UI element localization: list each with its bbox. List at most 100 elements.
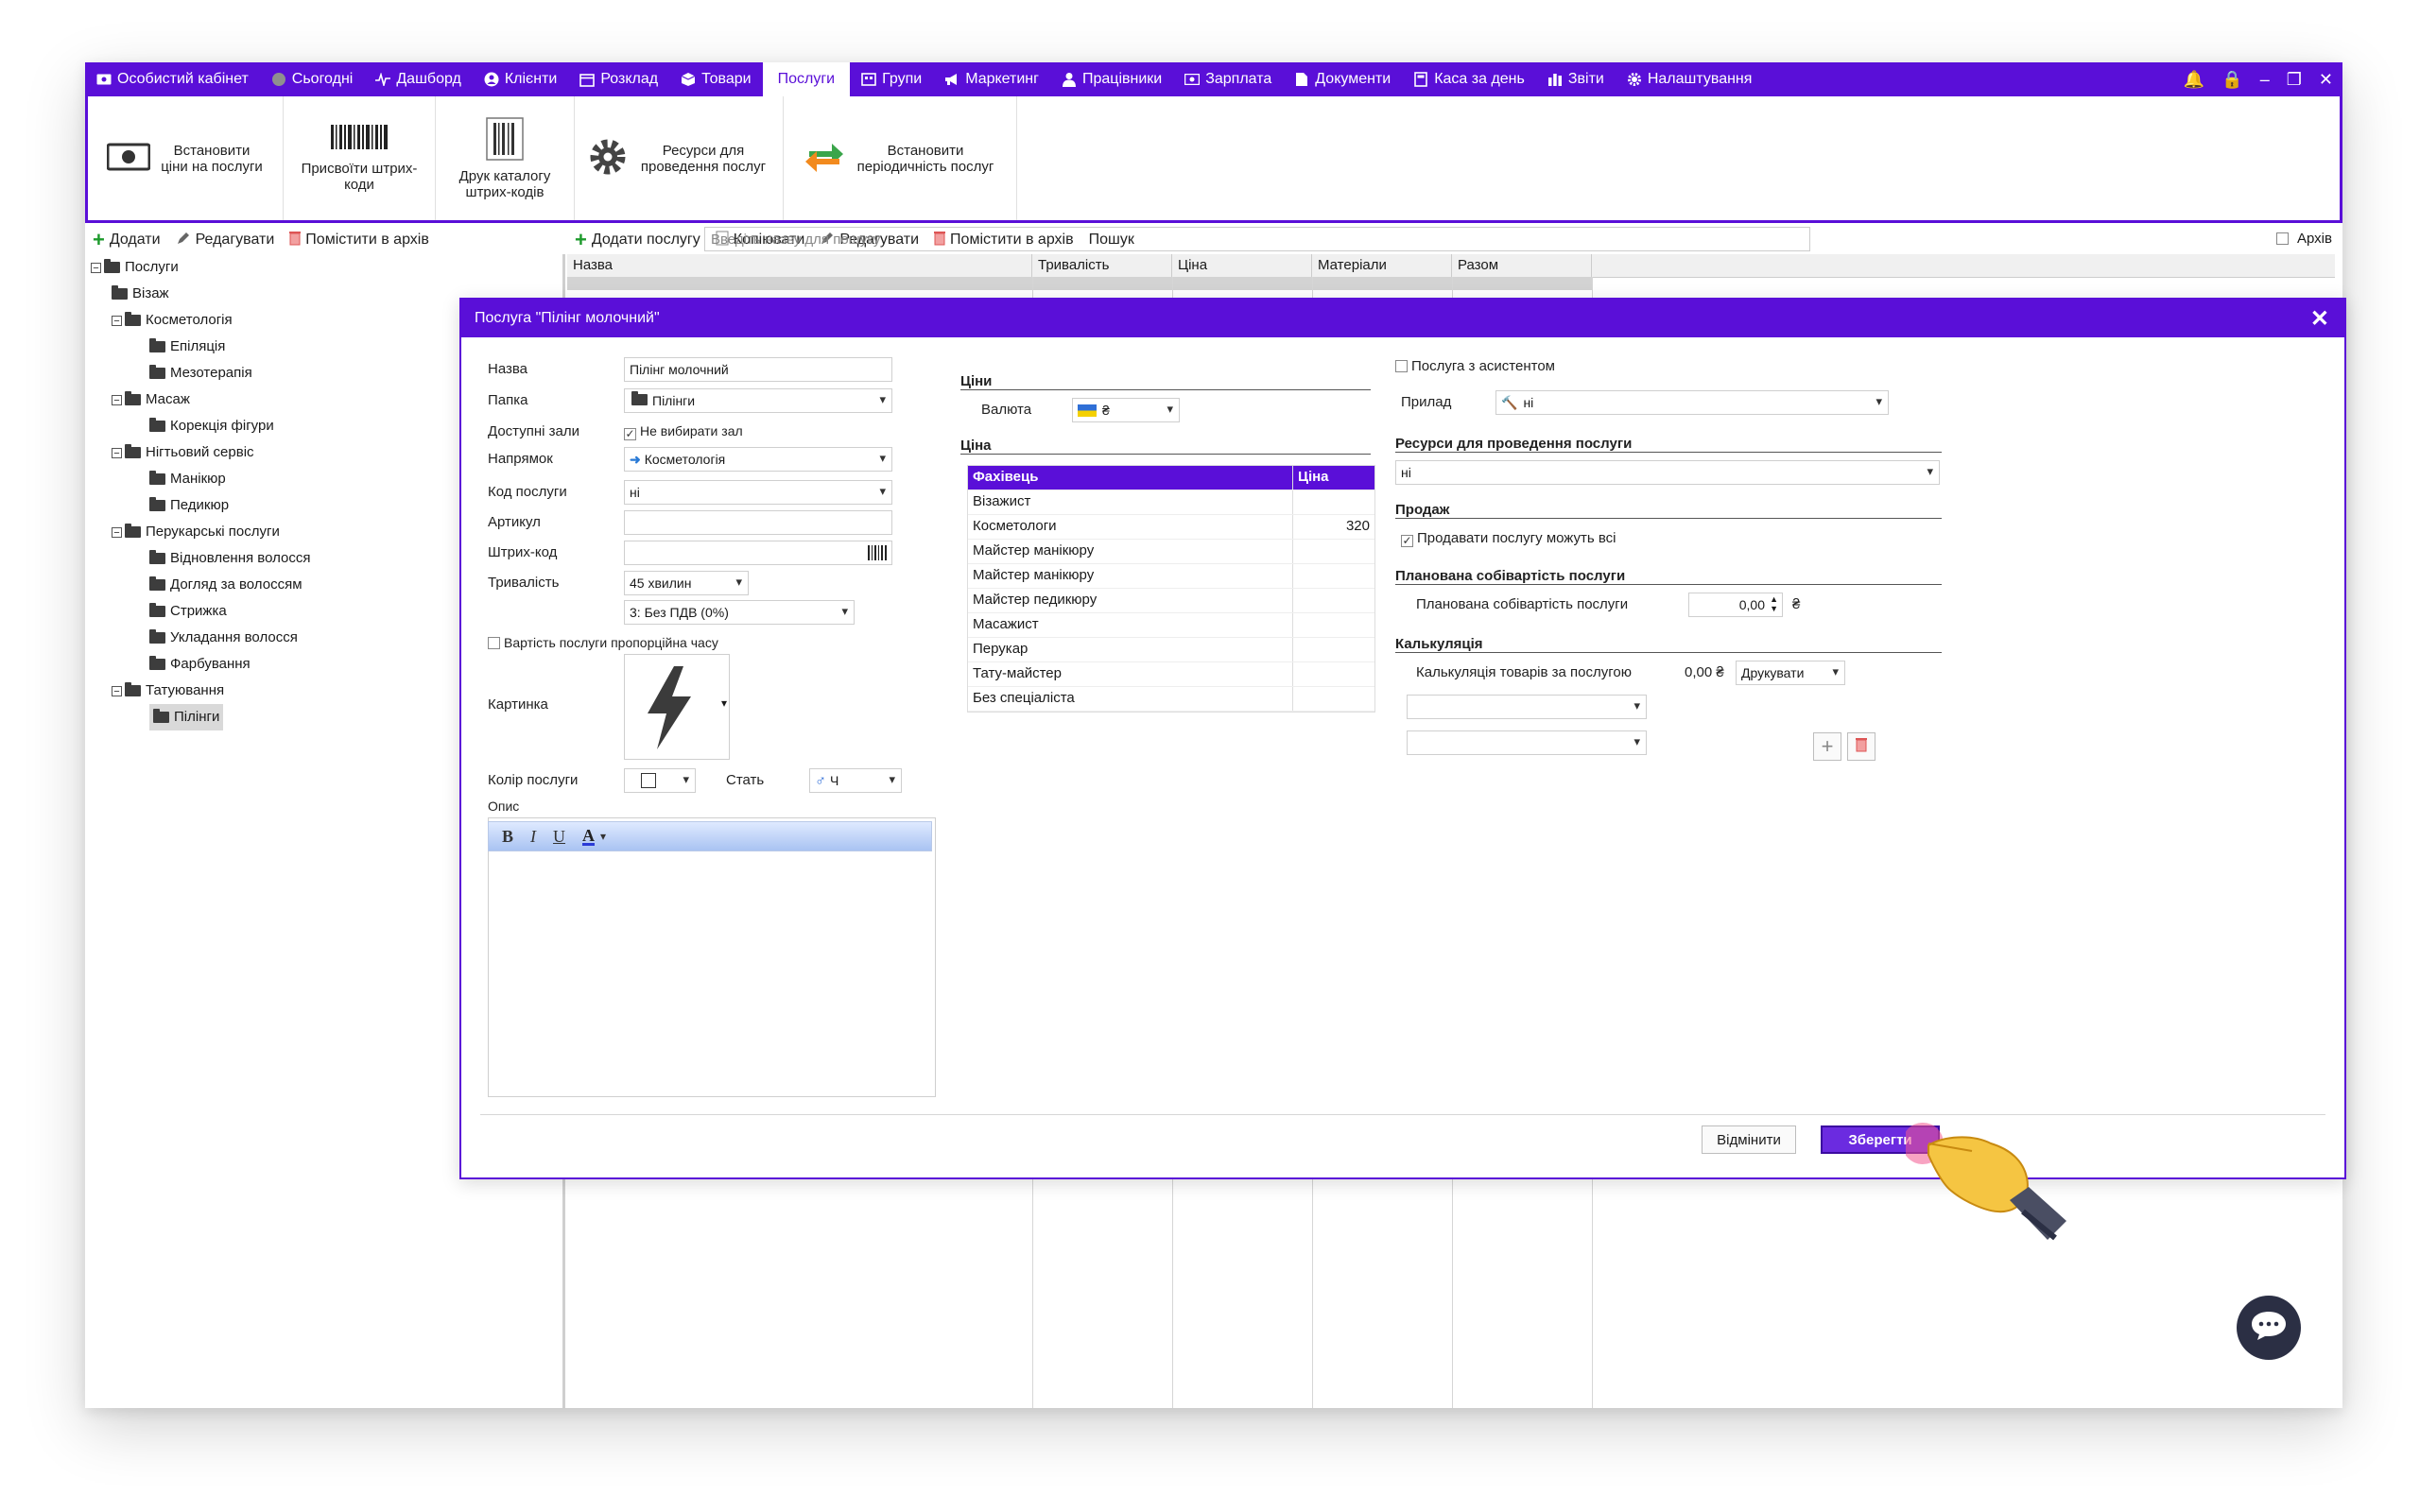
code-select[interactable]: ні: [624, 480, 892, 505]
table-row[interactable]: Майстер манікюру: [968, 564, 1374, 589]
tree-node-peels[interactable]: Пілінги: [91, 704, 311, 730]
folder-select[interactable]: Пілінги: [624, 388, 892, 413]
col-price[interactable]: Ціна: [1172, 254, 1312, 277]
stepper-icon[interactable]: ▲ ▼: [1770, 594, 1778, 613]
menu-marketing[interactable]: Маркетинг: [933, 62, 1050, 96]
underline-icon[interactable]: U: [553, 827, 565, 847]
table-row[interactable]: Візажист: [968, 490, 1374, 515]
collapse-toggle[interactable]: −: [91, 262, 101, 273]
collapse-toggle[interactable]: −: [112, 394, 122, 405]
assign-barcodes-button[interactable]: Присвоїти штрих-коди: [284, 96, 436, 220]
picture-box[interactable]: ▾: [624, 654, 730, 760]
menu-services[interactable]: Послуги: [762, 62, 851, 96]
tree-node-vizazh[interactable]: Візаж: [91, 281, 311, 307]
tree-node-haircut[interactable]: Стрижка: [91, 598, 311, 625]
archive-checkbox[interactable]: [2276, 232, 2289, 245]
sale-all-checkbox[interactable]: ✓: [1401, 535, 1413, 547]
col-name[interactable]: Назва: [567, 254, 1032, 277]
cost-input[interactable]: 0,00 ▲ ▼: [1688, 593, 1783, 617]
assistant-option[interactable]: Послуга з асистентом: [1395, 358, 1555, 374]
resources-button[interactable]: Ресурси для проведення послуг: [575, 96, 784, 220]
proportional-checkbox[interactable]: [488, 637, 500, 649]
tree-node-hair[interactable]: − Перукарські послуги: [91, 519, 311, 545]
article-input[interactable]: [624, 510, 892, 535]
table-row[interactable]: Майстер педикюру: [968, 589, 1374, 613]
resources-select[interactable]: ні: [1395, 460, 1940, 485]
halls-option[interactable]: ✓ Не вибирати зал: [624, 423, 743, 440]
barcode-input[interactable]: [624, 541, 892, 565]
chevron-down-icon[interactable]: ▾: [600, 830, 606, 844]
halls-checkbox[interactable]: ✓: [624, 428, 636, 440]
menu-personal-cabinet[interactable]: Особистий кабінет: [85, 62, 260, 96]
tree-node-hair-restore[interactable]: Відновлення волосся: [91, 545, 311, 572]
vat-select[interactable]: 3: Без ПДВ (0%): [624, 600, 855, 625]
search-input[interactable]: Введіть назву для пошуку: [704, 227, 1810, 251]
menu-today[interactable]: Сьогодні: [260, 62, 365, 96]
archive-filter[interactable]: Архів: [2276, 231, 2332, 247]
print-select[interactable]: Друкувати: [1736, 661, 1845, 685]
tree-node-hair-care[interactable]: Догляд за волоссям: [91, 572, 311, 598]
italic-icon[interactable]: I: [530, 827, 536, 847]
set-prices-button[interactable]: Встановити ціни на послуги: [88, 96, 284, 220]
edit-folder-button[interactable]: Редагувати: [176, 231, 274, 250]
restore-button[interactable]: ❐: [2287, 70, 2302, 90]
table-row[interactable]: Майстер манікюру: [968, 540, 1374, 564]
col-total[interactable]: Разом: [1452, 254, 1592, 277]
tree-node-nail[interactable]: − Нігтьовий сервіс: [91, 439, 311, 466]
tree-node-styling[interactable]: Укладання волосся: [91, 625, 311, 651]
menu-dashboard[interactable]: Дашборд: [364, 62, 473, 96]
col-price[interactable]: Ціна: [1293, 466, 1374, 490]
periodicity-button[interactable]: Встановити періодичність послуг: [784, 96, 1017, 220]
tree-node-pedicure[interactable]: Педикюр: [91, 492, 311, 519]
chat-button[interactable]: [2237, 1296, 2301, 1360]
add-service-button[interactable]: + Додати послугу: [575, 230, 700, 250]
menu-settings[interactable]: Налаштування: [1616, 62, 1764, 96]
sale-all-option[interactable]: ✓ Продавати послугу можуть всі: [1401, 530, 1616, 547]
collapse-toggle[interactable]: −: [112, 526, 122, 538]
device-select[interactable]: 🔨 ні: [1495, 390, 1889, 415]
duration-select[interactable]: 45 хвилин: [624, 571, 749, 595]
tree-node-epilation[interactable]: Епіляція: [91, 334, 311, 360]
tree-node-mesotherapy[interactable]: Мезотерапія: [91, 360, 311, 387]
tree-node-root[interactable]: − Послуги: [91, 254, 311, 281]
cancel-button[interactable]: Відмінити: [1702, 1125, 1796, 1154]
tree-node-body-correction[interactable]: Корекція фігури: [91, 413, 311, 439]
tree-node-manicure[interactable]: Манікюр: [91, 466, 311, 492]
assistant-checkbox[interactable]: [1395, 360, 1408, 372]
tree-node-cosmetology[interactable]: − Косметологія: [91, 307, 311, 334]
col-duration[interactable]: Тривалість: [1032, 254, 1172, 277]
gender-select[interactable]: ♂ Ч: [809, 768, 902, 793]
tree-node-massage[interactable]: − Масаж: [91, 387, 311, 413]
description-editor[interactable]: [488, 817, 936, 1097]
collapse-toggle[interactable]: −: [112, 315, 122, 326]
calc-item-select[interactable]: [1407, 730, 1647, 755]
add-calc-button[interactable]: +: [1813, 732, 1841, 761]
table-row[interactable]: Масажист: [968, 613, 1374, 638]
table-row[interactable]: Тату-майстер: [968, 662, 1374, 687]
table-row[interactable]: Косметологи 320: [968, 515, 1374, 540]
menu-reports[interactable]: Звіти: [1536, 62, 1616, 96]
menu-documents[interactable]: Документи: [1283, 62, 1402, 96]
bold-icon[interactable]: B: [502, 827, 513, 847]
text-color-icon[interactable]: A: [582, 827, 596, 846]
print-catalog-button[interactable]: Друк каталогу штрих-кодів: [436, 96, 575, 220]
save-button[interactable]: Зберегти: [1821, 1125, 1940, 1154]
archive-folder-button[interactable]: Помістити в архів: [289, 231, 429, 250]
col-specialist[interactable]: Фахівець: [968, 466, 1293, 490]
menu-groups[interactable]: Групи: [850, 62, 933, 96]
selected-row[interactable]: [567, 277, 1592, 290]
tree-node-coloring[interactable]: Фарбування: [91, 651, 311, 678]
delete-calc-button[interactable]: [1847, 732, 1876, 761]
table-row[interactable]: Без спеціаліста: [968, 687, 1374, 712]
menu-goods[interactable]: Товари: [669, 62, 762, 96]
menu-salary[interactable]: Зарплата: [1173, 62, 1283, 96]
dialog-close-button[interactable]: ✕: [2310, 305, 2329, 333]
minimize-button[interactable]: –: [2260, 70, 2270, 90]
menu-cash-day[interactable]: Каса за день: [1402, 62, 1536, 96]
menu-employees[interactable]: Працівники: [1050, 62, 1173, 96]
calc-item-select[interactable]: [1407, 695, 1647, 719]
color-select[interactable]: [624, 768, 696, 793]
proportional-option[interactable]: Вартість послуги пропорційна часу: [488, 635, 718, 650]
name-input[interactable]: Пілінг молочний: [624, 357, 892, 382]
currency-select[interactable]: ₴: [1072, 398, 1180, 422]
